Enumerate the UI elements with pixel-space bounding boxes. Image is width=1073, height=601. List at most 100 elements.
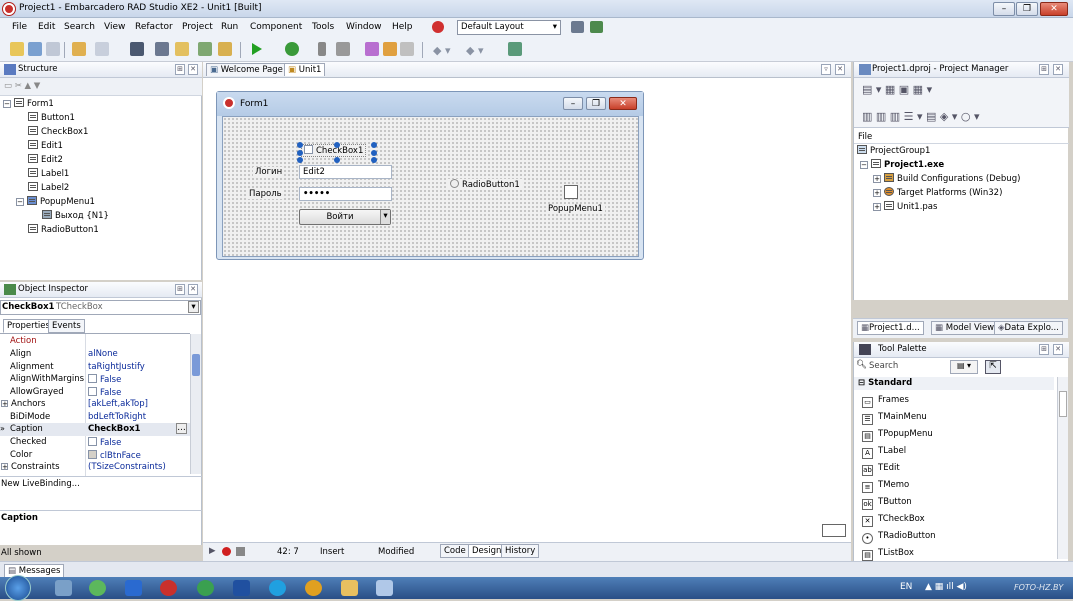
start-button[interactable] xyxy=(5,575,31,601)
layout-select[interactable]: Default Layout ▾ xyxy=(457,20,561,35)
tab-model-view[interactable]: ▦ Model View xyxy=(931,321,999,335)
remove-file-icon[interactable] xyxy=(218,42,232,56)
tab-list-icon[interactable]: ▿ xyxy=(821,64,831,75)
menu-project[interactable]: Project xyxy=(182,22,213,32)
close-icon[interactable]: ✕ xyxy=(1053,344,1063,355)
password-edit[interactable]: ••••• xyxy=(299,187,392,201)
debug-layout-icon[interactable] xyxy=(590,21,603,33)
palette-item-tcheckbox[interactable]: ✕ TCheckBox xyxy=(862,514,925,527)
save-all-icon[interactable] xyxy=(155,42,169,56)
close-icon[interactable]: ✕ xyxy=(188,64,198,75)
tab-unit1[interactable]: ▣ Unit1 xyxy=(284,63,326,76)
tab-events[interactable]: Events xyxy=(48,319,85,333)
forward-icon[interactable]: ◆ ▾ xyxy=(466,44,483,57)
back-icon[interactable]: ◆ ▾ xyxy=(433,44,450,57)
tab-data-explorer[interactable]: ◈Data Explo... xyxy=(994,321,1063,335)
taskbar-app-icon[interactable] xyxy=(125,580,142,596)
project-tool-icons-row1[interactable]: ▤ ▾ ▦ ▣ ▦ ▾ xyxy=(862,83,932,96)
palette-item-tmemo[interactable]: ≡ TMemo xyxy=(862,480,909,493)
add-file-icon[interactable] xyxy=(198,42,212,56)
tray-icons[interactable]: ▲ ▦ ıll ◀) xyxy=(925,582,967,592)
pin-icon[interactable]: ⊞ xyxy=(175,284,185,295)
open-project-icon[interactable] xyxy=(72,42,86,56)
save-icon[interactable] xyxy=(130,42,144,56)
form-client-area[interactable]: CheckBox1 Логин Edit2 Пароль ••••• Войти… xyxy=(222,116,639,257)
open-folder-icon[interactable] xyxy=(175,42,189,56)
project-tool-icons-row2[interactable]: ▥ ▥ ▥ ☰ ▾ ▤ ◈ ▾ ○ ▾ xyxy=(862,110,980,123)
login-button[interactable]: Войти ▾ xyxy=(299,209,391,225)
pause-icon[interactable] xyxy=(318,42,326,56)
form-maximize-button[interactable]: ❐ xyxy=(586,97,606,110)
menu-window[interactable]: Window xyxy=(346,22,382,32)
folder-icon[interactable] xyxy=(341,580,358,596)
menu-view[interactable]: View xyxy=(104,22,125,32)
tab-history[interactable]: History xyxy=(501,544,540,558)
tab-welcome-page[interactable]: ▣ Welcome Page xyxy=(206,63,287,76)
tree-item-label2[interactable]: Label2 xyxy=(28,182,69,193)
palette-item-tmainmenu[interactable]: ☰ TMainMenu xyxy=(862,412,927,425)
macro-play-icon[interactable]: ▶ xyxy=(209,546,216,556)
tree-item-label1[interactable]: Label1 xyxy=(28,168,69,179)
tree-item-target-platforms[interactable]: + Target Platforms (Win32) xyxy=(873,187,1002,198)
prop-checkbox[interactable]: False xyxy=(88,387,121,398)
menu-refactor[interactable]: Refactor xyxy=(135,22,173,32)
tree-item-exit[interactable]: Выход {N1} xyxy=(42,210,109,221)
macro-record-icon[interactable] xyxy=(222,547,231,556)
close-icon[interactable]: ✕ xyxy=(188,284,198,295)
menu-edit[interactable]: Edit xyxy=(38,22,55,32)
close-icon[interactable]: ✕ xyxy=(1053,64,1063,75)
menu-component[interactable]: Component xyxy=(250,22,302,32)
prop-value[interactable]: bdLeftToRight xyxy=(88,412,146,422)
language-indicator[interactable]: EN xyxy=(900,582,912,592)
selection-handle[interactable] xyxy=(371,157,377,163)
selection-handle[interactable] xyxy=(371,142,377,148)
form-designer-window[interactable]: Form1 – ❐ ✕ CheckBox1 Логин Edit2 Пароль… xyxy=(216,91,644,260)
component-selector[interactable]: CheckBox1 TCheckBox ▾ xyxy=(0,300,201,315)
tree-item-edit2[interactable]: Edit2 xyxy=(28,154,63,165)
run-icon[interactable] xyxy=(252,43,262,55)
tree-item-button1[interactable]: Button1 xyxy=(28,112,75,123)
selection-handle[interactable] xyxy=(371,150,377,156)
menu-tools[interactable]: Tools xyxy=(312,22,334,32)
login-edit[interactable]: Edit2 xyxy=(299,165,392,179)
chevron-down-icon[interactable]: ▾ xyxy=(188,301,199,313)
taskbar-app-icon[interactable] xyxy=(89,580,106,596)
maximize-button[interactable]: ❐ xyxy=(1016,2,1038,16)
tree-item-projectgroup[interactable]: ProjectGroup1 xyxy=(857,145,930,156)
palette-item-tbutton[interactable]: ok TButton xyxy=(862,497,912,510)
menu-help[interactable]: Help xyxy=(392,22,413,32)
menu-file[interactable]: File xyxy=(12,22,27,32)
prop-checkbox[interactable]: False xyxy=(88,437,121,448)
reopen-icon[interactable] xyxy=(95,42,109,56)
prop-checkbox[interactable]: False xyxy=(88,374,121,385)
tab-design[interactable]: Design xyxy=(468,544,506,558)
menu-search[interactable]: Search xyxy=(64,22,95,32)
palette-scrollbar[interactable] xyxy=(1057,377,1068,559)
new-livebinding-link[interactable]: New LiveBinding... xyxy=(1,479,80,489)
selection-handle[interactable] xyxy=(297,157,303,163)
prop-value[interactable]: CheckBox1 xyxy=(88,424,140,434)
selection-handle[interactable] xyxy=(297,142,303,148)
pin-icon[interactable]: ⊞ xyxy=(175,64,185,75)
tab-properties[interactable]: Properties xyxy=(3,319,54,333)
prop-value[interactable]: [akLeft,akTop] xyxy=(88,399,148,409)
new-items-icon[interactable] xyxy=(28,42,42,56)
tree-item-popupmenu1[interactable]: − PopupMenu1 xyxy=(16,196,95,207)
palette-item-tlistbox[interactable]: ▤ TListBox xyxy=(862,548,914,561)
new-icon[interactable] xyxy=(10,42,24,56)
tree-item-project-exe[interactable]: − Project1.exe xyxy=(860,159,944,170)
prop-value[interactable]: (TSizeConstraints) xyxy=(88,462,166,472)
minimize-button[interactable]: – xyxy=(993,2,1015,16)
close-button[interactable]: ✕ xyxy=(1040,2,1068,16)
taskbar-app-icon[interactable] xyxy=(197,580,214,596)
trace-into-icon[interactable] xyxy=(365,42,379,56)
taskbar-app-icon[interactable] xyxy=(376,580,393,596)
selection-handle[interactable] xyxy=(334,157,340,163)
tree-item-checkbox1[interactable]: CheckBox1 xyxy=(28,126,88,137)
selection-handle[interactable] xyxy=(334,142,340,148)
palette-item-tlabel[interactable]: A TLabel xyxy=(862,446,906,459)
pointer-icon[interactable]: ⇱ xyxy=(985,360,1001,374)
tree-item-build-config[interactable]: + Build Configurations (Debug) xyxy=(873,173,1020,184)
ellipsis-button[interactable]: … xyxy=(176,423,187,434)
taskbar-app-icon[interactable] xyxy=(233,580,250,596)
